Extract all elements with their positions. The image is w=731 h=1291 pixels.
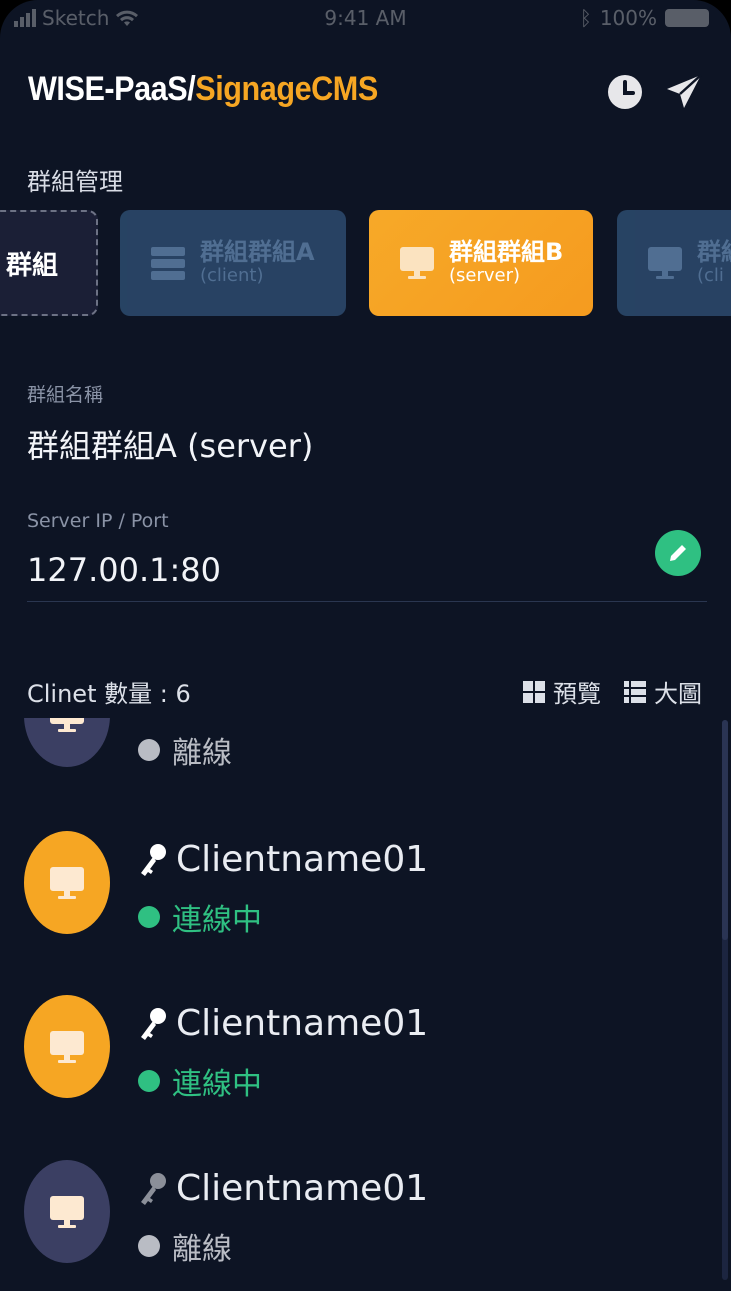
battery-label: 100% (599, 6, 657, 30)
add-group-label: 群組 (6, 250, 59, 281)
key-icon (141, 843, 166, 876)
status-dot (138, 906, 160, 928)
client-status-text: 離線 (172, 1232, 232, 1267)
client-name: Clientname01 (138, 839, 428, 880)
group-card-b-name: 群組群組B (449, 237, 564, 266)
client-name: Clientname01 (138, 1168, 428, 1209)
group-card-a[interactable]: 群組群組A (client) (120, 210, 346, 316)
list-scrollbar[interactable] (722, 720, 728, 1280)
monitor-icon (400, 247, 434, 279)
client-status: 連線中 (138, 895, 262, 939)
view-preview-button[interactable]: 預覽 (523, 674, 601, 709)
divider (27, 601, 707, 602)
group-card-a-type: (client) (200, 265, 264, 287)
group-card-a-text: 群組群組A (client) (200, 237, 315, 287)
clock-icon (608, 75, 642, 109)
client-avatar (24, 1160, 110, 1263)
app-title-main: WISE-PaaS/ (28, 70, 196, 108)
key-icon (141, 1007, 166, 1040)
client-list[interactable]: 離線 Clientname01 連線中 Clientname01 連線中 Cli… (0, 718, 731, 1291)
monitor-icon (648, 247, 682, 279)
key-icon (141, 1172, 166, 1205)
group-card-b-type: (server) (449, 265, 521, 287)
app-title: WISE-PaaS/SignageCMS (28, 70, 378, 109)
history-button[interactable] (605, 72, 645, 112)
grid-icon (523, 680, 545, 703)
list-item[interactable]: Clientname01 連線中 (0, 995, 720, 1105)
client-name-text: Clientname01 (176, 1168, 429, 1209)
view-large-button[interactable]: 大圖 (624, 674, 702, 709)
group-card-c-type: (cli (697, 265, 724, 287)
client-status-text: 離線 (172, 736, 232, 771)
view-large-label: 大圖 (654, 680, 702, 708)
group-card-c[interactable]: 群組 (cli (617, 210, 731, 316)
client-count: Clinet 數量 : 6 (27, 680, 191, 708)
status-dot (138, 739, 160, 761)
app-title-accent: SignageCMS (195, 70, 378, 108)
view-preview-label: 預覽 (553, 680, 601, 708)
status-dot (138, 1235, 160, 1257)
paper-plane-icon (667, 74, 702, 108)
client-status: 連線中 (138, 1059, 262, 1103)
group-card-c-name: 群組 (697, 237, 731, 266)
send-button[interactable] (664, 72, 704, 112)
add-group-card[interactable]: 群組 (0, 210, 98, 316)
list-item[interactable]: Clientname01 連線中 (0, 831, 720, 941)
client-status-text: 連線中 (172, 1067, 262, 1102)
monitor-icon (50, 866, 84, 899)
phone-screen: Sketch 9:41 AM ᛒ 100% WISE-PaaS/SignageC… (0, 0, 731, 1291)
group-name-value: 群組群組A (server) (27, 427, 314, 465)
status-right: ᛒ 100% (580, 6, 709, 30)
section-title: 群組管理 (27, 168, 123, 196)
status-bar: Sketch 9:41 AM ᛒ 100% (0, 6, 731, 36)
group-card-c-text: 群組 (cli (697, 237, 731, 287)
list-item[interactable]: Clientname01 離線 (0, 1160, 720, 1270)
group-card-b[interactable]: 群組群組B (server) (369, 210, 593, 316)
client-status: 離線 (138, 728, 232, 772)
group-name-label: 群組名稱 (27, 384, 104, 406)
list-item[interactable]: 離線 (0, 718, 720, 774)
client-avatar (24, 995, 110, 1098)
monitor-icon (50, 718, 84, 732)
monitor-icon (50, 1030, 84, 1063)
client-status: 離線 (138, 1224, 232, 1268)
scrollbar-thumb[interactable] (722, 720, 728, 940)
client-status-text: 連線中 (172, 903, 262, 938)
group-card-a-name: 群組群組A (200, 237, 315, 266)
group-carousel[interactable]: 群組 群組群組A (client) 群組群組B (server) 群組 (cli (0, 210, 731, 320)
pencil-icon (670, 545, 686, 561)
status-dot (138, 1070, 160, 1092)
battery-icon (665, 9, 709, 27)
client-name-text: Clientname01 (176, 839, 429, 880)
server-icon (151, 247, 185, 280)
client-name: Clientname01 (138, 1003, 428, 1044)
client-avatar (24, 831, 110, 934)
group-card-b-text: 群組群組B (server) (449, 237, 564, 287)
bluetooth-icon: ᛒ (579, 6, 592, 30)
list-icon (624, 680, 646, 703)
monitor-icon (50, 1195, 84, 1228)
server-ip-value[interactable]: 127.00.1:80 (27, 551, 221, 589)
server-ip-label: Server IP / Port (27, 510, 169, 532)
client-name-text: Clientname01 (176, 1003, 429, 1044)
client-avatar (24, 718, 110, 767)
edit-ip-button[interactable] (655, 530, 701, 576)
